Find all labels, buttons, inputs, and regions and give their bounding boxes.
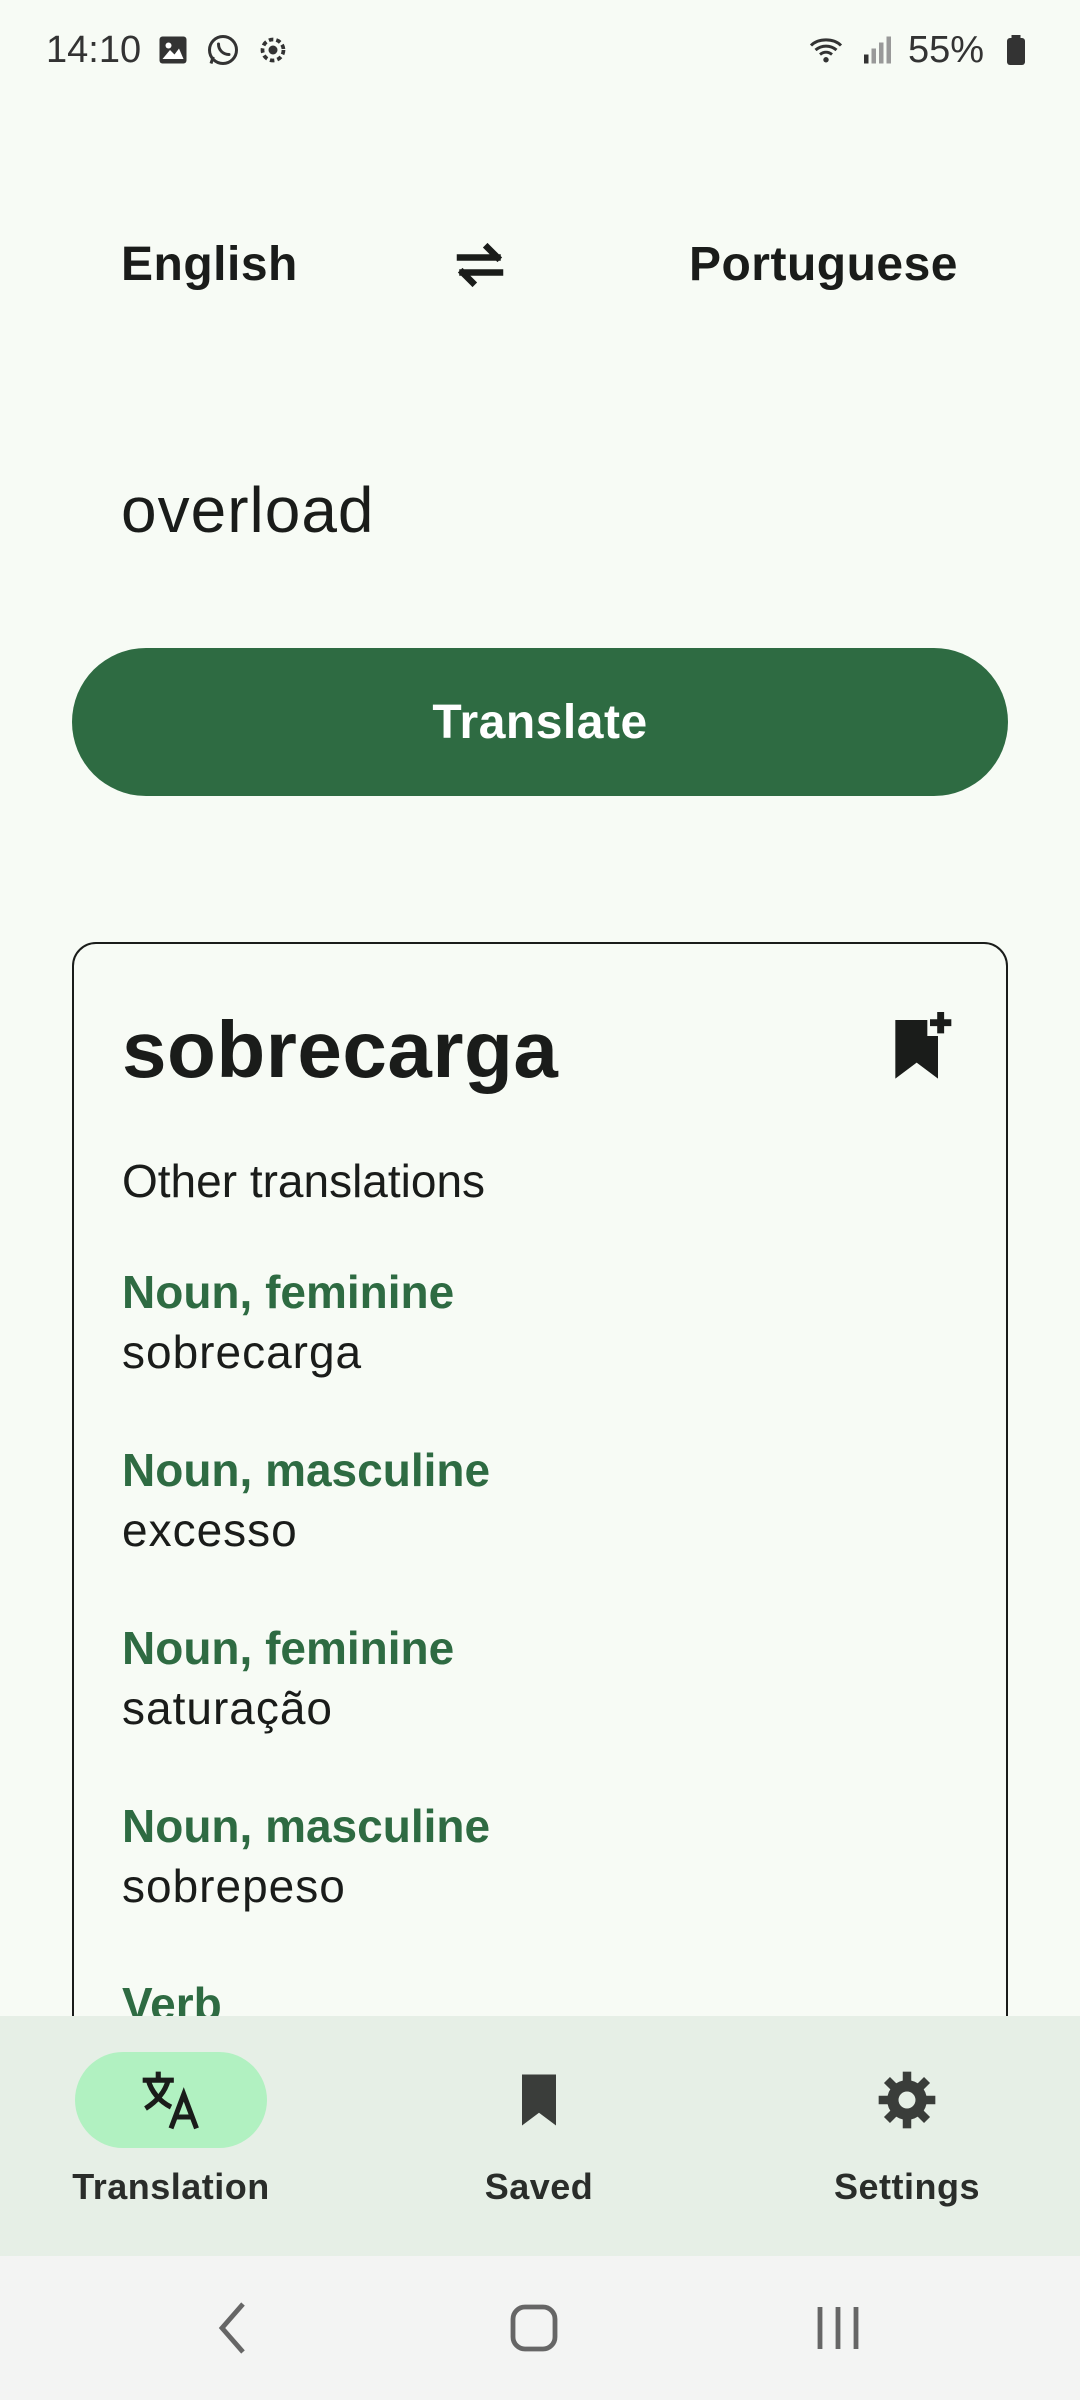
battery-percent: 55% bbox=[907, 28, 984, 71]
other-translations-title: Other translations bbox=[122, 1155, 486, 1207]
active-indicator bbox=[75, 2052, 267, 2148]
nav-item-translation[interactable]: Translation bbox=[21, 2016, 321, 2256]
other-translations-list: Noun, feminine sobrecarga Noun, masculin… bbox=[122, 1264, 490, 2060]
nav-item-settings[interactable]: Settings bbox=[757, 2016, 1057, 2256]
status-bar: 14:10 55% bbox=[0, 0, 1080, 100]
result-card: sobrecarga Other translations Noun, femi… bbox=[72, 942, 1008, 2062]
wifi-icon bbox=[808, 32, 844, 68]
translate-icon bbox=[142, 2071, 199, 2130]
swap-arrows-icon bbox=[456, 242, 504, 288]
source-language-button[interactable]: English bbox=[121, 210, 298, 320]
nav-label-settings: Settings bbox=[833, 2166, 980, 2207]
translation-word: sobrepeso bbox=[122, 1860, 346, 1912]
gear-icon bbox=[878, 2071, 936, 2129]
home-square-icon bbox=[510, 2304, 558, 2352]
translation-item: Noun, masculine excesso bbox=[122, 1442, 490, 1620]
translation-word: excesso bbox=[122, 1504, 298, 1556]
save-translation-button[interactable] bbox=[890, 1012, 954, 1084]
bookmark-add-icon bbox=[895, 1012, 952, 1079]
part-of-speech-label: Noun, feminine bbox=[122, 1266, 455, 1318]
whatsapp-icon bbox=[205, 32, 241, 68]
signal-icon bbox=[858, 32, 894, 68]
part-of-speech-label: Noun, feminine bbox=[122, 1622, 455, 1674]
translation-item: Noun, feminine saturação bbox=[122, 1620, 490, 1798]
main-translation: sobrecarga bbox=[122, 1005, 559, 1094]
gallery-icon bbox=[155, 32, 191, 68]
nav-icon-container bbox=[811, 2052, 1003, 2148]
battery-icon bbox=[998, 32, 1034, 68]
bottom-navigation: Translation Saved Settings bbox=[0, 2016, 1080, 2256]
system-navigation-bar bbox=[0, 2256, 1080, 2400]
translation-item: Noun, feminine sobrecarga bbox=[122, 1264, 490, 1442]
back-chevron-icon bbox=[218, 2302, 245, 2354]
system-back-button[interactable] bbox=[198, 2292, 270, 2364]
swap-languages-button[interactable] bbox=[440, 225, 520, 305]
nav-label-saved: Saved bbox=[484, 2166, 594, 2207]
status-left: 14:10 bbox=[46, 29, 291, 72]
target-language-button[interactable]: Portuguese bbox=[689, 210, 958, 320]
nav-item-saved[interactable]: Saved bbox=[389, 2016, 689, 2256]
app-screen: 14:10 55% English Portuguese overload Tr… bbox=[0, 0, 1080, 2400]
language-selector-row: English Portuguese bbox=[0, 210, 1080, 320]
translation-word: saturação bbox=[122, 1682, 334, 1734]
recents-lines-icon bbox=[817, 2307, 859, 2349]
source-text-input[interactable] bbox=[121, 460, 961, 560]
system-home-button[interactable] bbox=[498, 2292, 570, 2364]
system-recents-button[interactable] bbox=[802, 2292, 874, 2364]
bookmark-icon bbox=[522, 2074, 556, 2126]
part-of-speech-label: Noun, masculine bbox=[122, 1444, 491, 1496]
translate-button[interactable]: Translate bbox=[72, 648, 1008, 796]
translation-item: Noun, masculine sobrepeso bbox=[122, 1798, 490, 1976]
status-time: 14:10 bbox=[46, 28, 142, 71]
translation-word: sobrecarga bbox=[122, 1326, 363, 1378]
nav-label-translation: Translation bbox=[72, 2166, 270, 2207]
nav-icon-container bbox=[443, 2052, 635, 2148]
settings-gear-icon bbox=[255, 32, 291, 68]
status-right: 55% bbox=[808, 29, 1034, 72]
part-of-speech-label: Noun, masculine bbox=[122, 1800, 491, 1852]
